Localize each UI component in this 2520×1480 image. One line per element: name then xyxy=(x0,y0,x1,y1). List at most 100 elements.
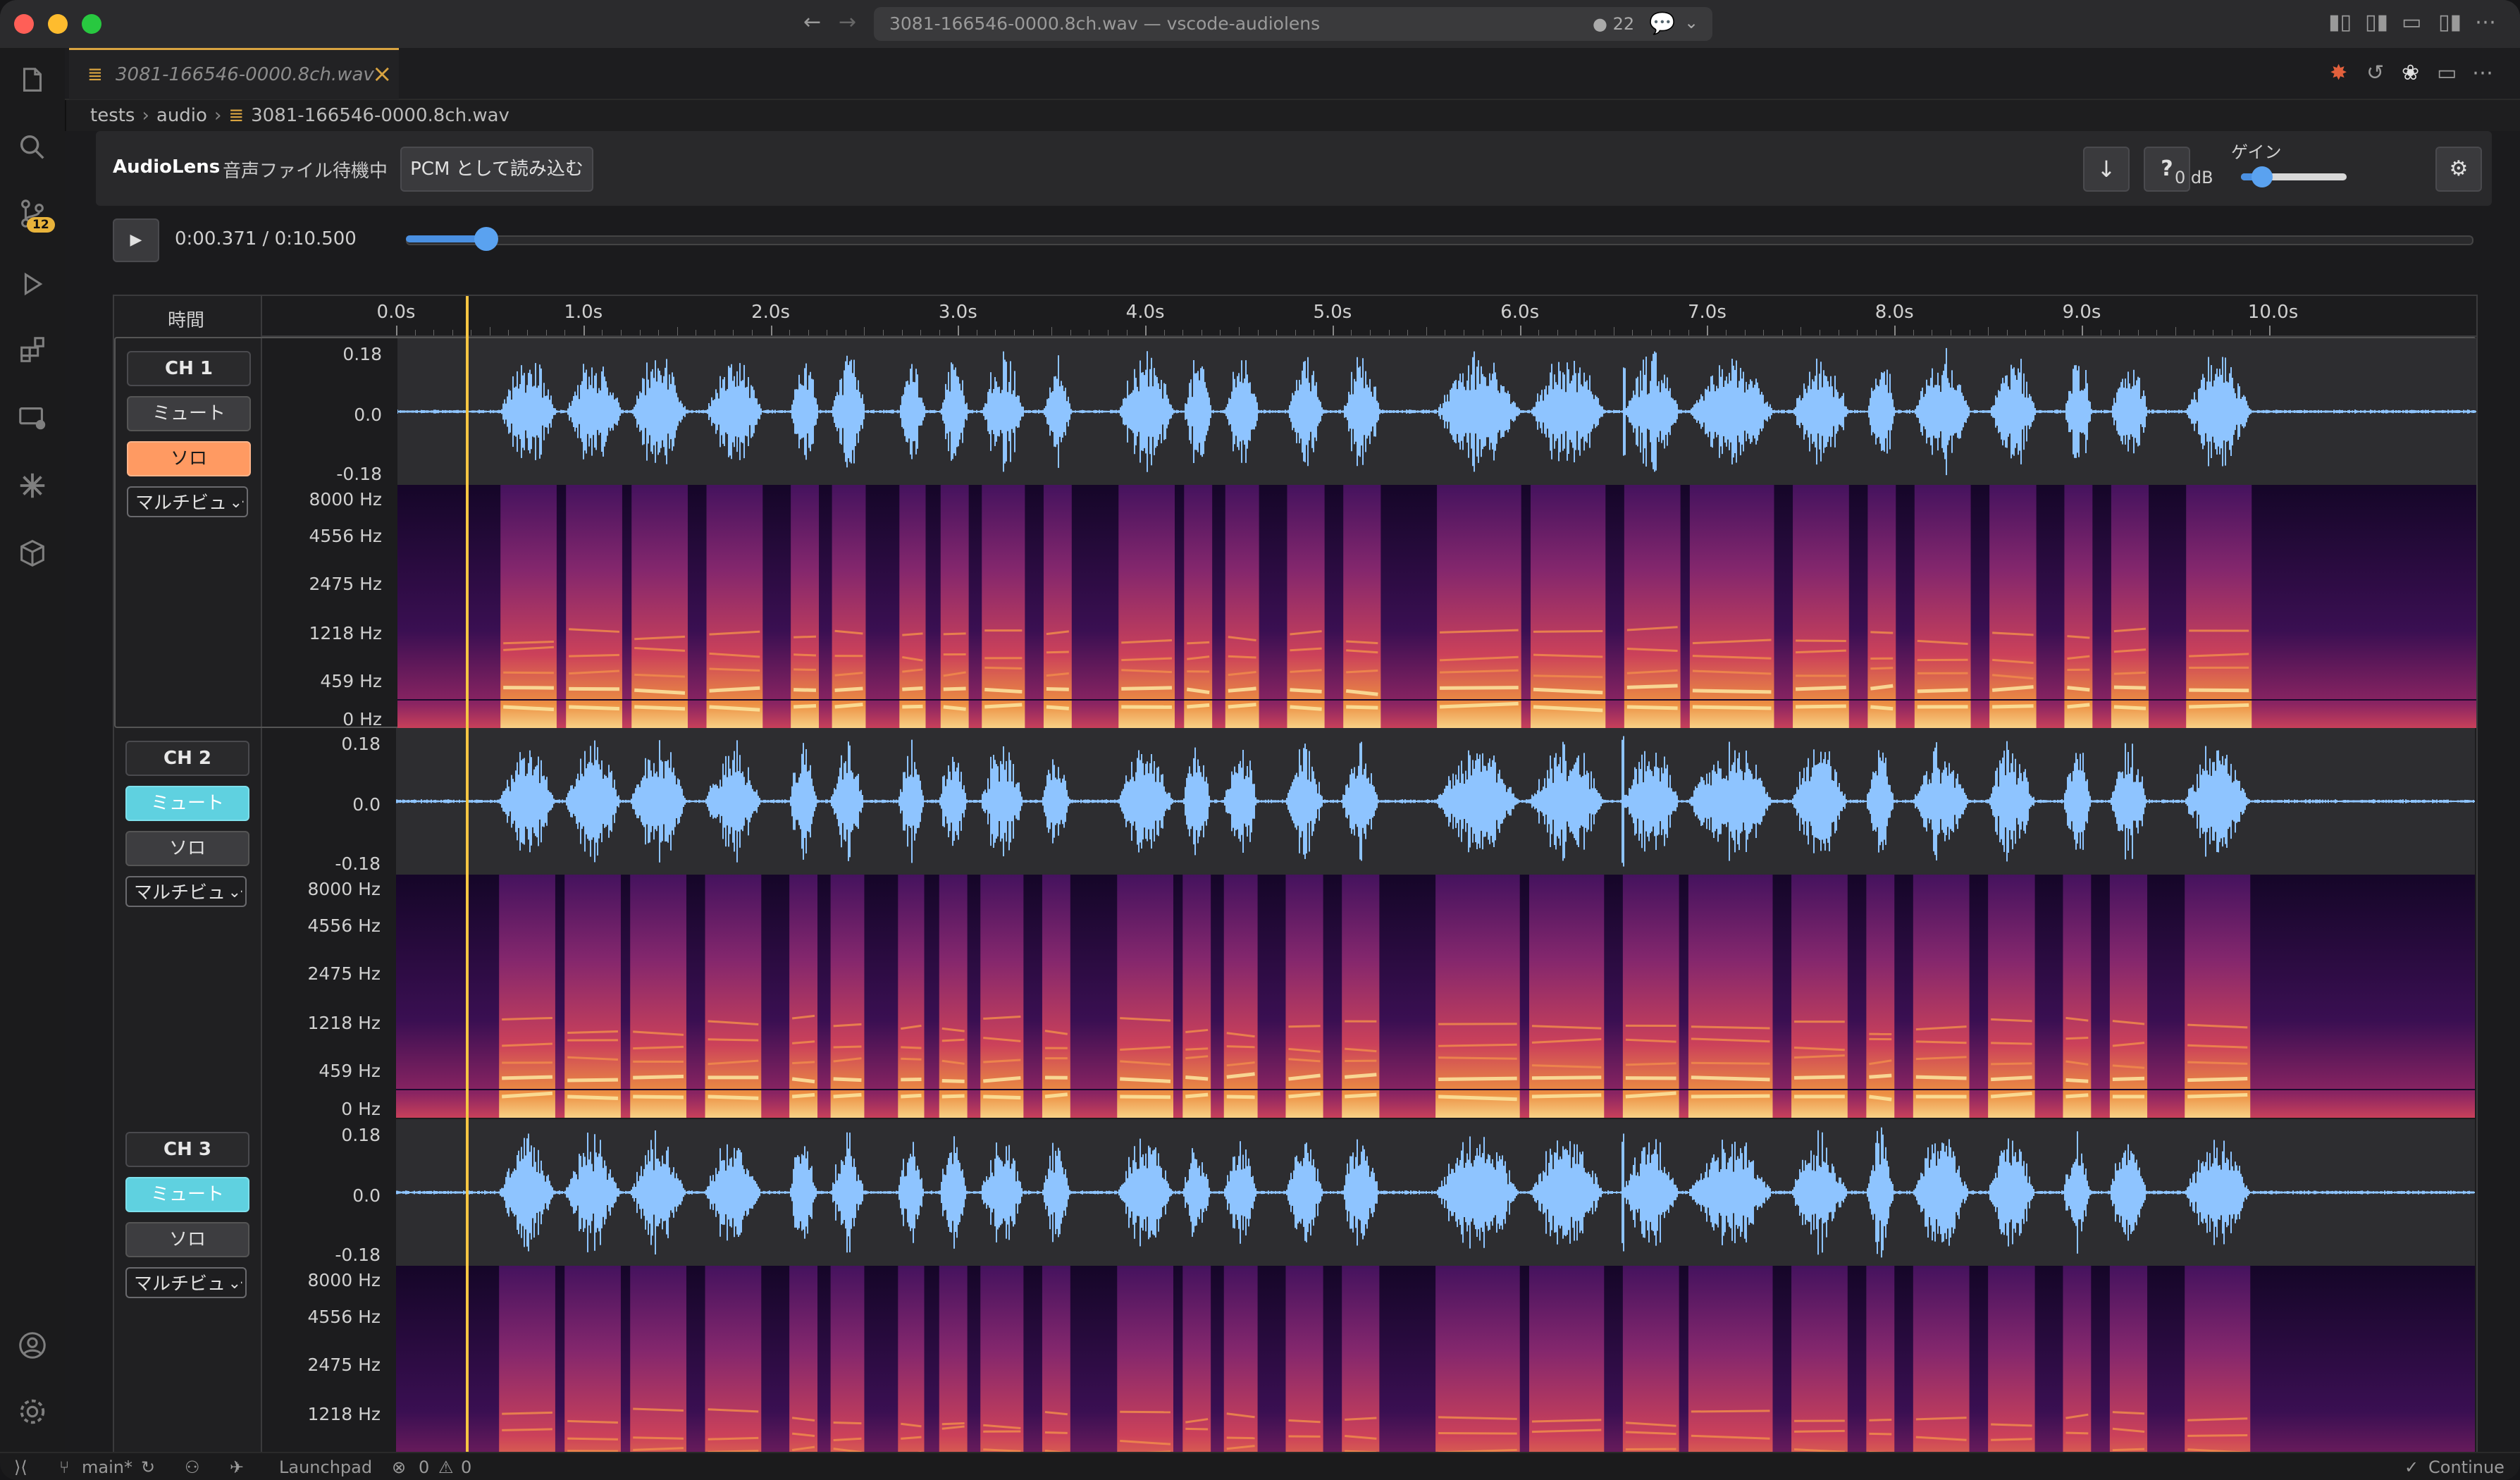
chevron-down-icon[interactable]: ⌄ xyxy=(1684,13,1698,32)
spectrogram-harmonic xyxy=(1440,686,1519,690)
explorer-icon[interactable] xyxy=(16,65,49,99)
error-count[interactable]: 0 xyxy=(419,1457,429,1477)
warning-count[interactable]: 0 xyxy=(461,1457,471,1477)
view-mode-select[interactable]: マルチビュー ⌄ xyxy=(127,486,248,517)
toggle-primary-sidebar-icon[interactable]: ▮▯ xyxy=(2328,10,2352,35)
spectrogram-harmonic xyxy=(1187,703,1210,709)
toggle-secondary-sidebar-icon[interactable]: ▯▮ xyxy=(2438,10,2462,35)
view-mode-select[interactable]: マルチビュー ⌄ xyxy=(125,876,247,907)
load-pcm-button[interactable]: PCM として読み込む xyxy=(400,147,593,192)
solo-button[interactable]: ソロ xyxy=(127,441,251,476)
editor-more-icon[interactable]: ⋯ xyxy=(2472,61,2493,85)
time-minor-tick xyxy=(639,330,641,335)
gain-slider-thumb[interactable] xyxy=(2252,166,2273,187)
time-minor-tick xyxy=(658,330,660,335)
search-icon[interactable] xyxy=(16,131,49,165)
extensions-icon[interactable] xyxy=(16,334,49,368)
split-editor-icon[interactable]: ▭ xyxy=(2437,61,2457,85)
breadcrumb-item-file[interactable]: 3081-166546-0000.8ch.wav xyxy=(251,105,509,126)
launchpad-label[interactable]: Launchpad xyxy=(279,1457,372,1477)
spectrogram-harmonic xyxy=(2067,703,2090,709)
spectrogram-harmonic xyxy=(1796,704,1846,709)
spectrogram-energy-band xyxy=(705,875,762,1118)
spectrogram-harmonic xyxy=(1531,1093,1602,1099)
back-arrow-icon[interactable]: ← xyxy=(803,10,821,35)
spectrogram-svg xyxy=(396,875,2475,1118)
close-window-button[interactable] xyxy=(14,14,34,34)
continue-label[interactable]: Continue xyxy=(2428,1457,2504,1477)
solo-button[interactable]: ソロ xyxy=(125,1222,249,1257)
frequency-tick-label: 2475 Hz xyxy=(307,963,381,984)
waveform-plot xyxy=(395,1119,2475,1266)
command-center[interactable]: 3081-166546-0000.8ch.wav — vscode-audiol… xyxy=(874,7,1712,41)
seek-slider[interactable] xyxy=(406,227,2473,251)
minimize-window-button[interactable] xyxy=(48,14,68,34)
remote-indicator-icon[interactable]: ⟩⟨ xyxy=(14,1457,27,1477)
run-debug-icon[interactable] xyxy=(16,268,49,302)
tab-wav-file[interactable]: ≣ 3081-166546-0000.8ch.wav × xyxy=(69,48,399,99)
close-tab-icon[interactable]: × xyxy=(372,60,393,88)
debug-icon[interactable]: ⚇ xyxy=(185,1457,200,1477)
spectrogram-harmonic xyxy=(1121,686,1173,691)
spectrogram-harmonic xyxy=(567,1437,618,1441)
error-icon: ⊗ xyxy=(392,1457,407,1477)
gain-value: 0 dB xyxy=(2175,168,2213,187)
time-tick-mark xyxy=(958,326,960,335)
spectrogram-energy-band xyxy=(1342,1266,1380,1453)
spectrogram-harmonic xyxy=(2112,1448,2145,1452)
spectrogram-harmonic xyxy=(502,1428,552,1431)
spectrogram-harmonic xyxy=(1795,685,1846,691)
spectrogram-harmonic xyxy=(1870,667,1894,670)
view-mode-select[interactable]: マルチビュー ⌄ xyxy=(125,1267,247,1298)
spectrogram-energy-band xyxy=(1624,485,1681,728)
time-tick-label: 3.0s xyxy=(938,302,977,323)
spectrogram-harmonic xyxy=(1185,1092,1209,1099)
spectrogram-harmonic xyxy=(2065,1037,2089,1040)
settings-button[interactable]: ⚙ xyxy=(2435,147,2482,192)
claude-code-icon[interactable]: ✸ xyxy=(2330,61,2347,85)
toggle-panel-icon[interactable]: ▭ xyxy=(2402,10,2421,35)
timeline-history-icon[interactable]: ↺ xyxy=(2366,61,2384,85)
remote-explorer-icon[interactable] xyxy=(16,402,49,436)
package-icon[interactable] xyxy=(16,537,49,571)
time-minor-tick xyxy=(1014,330,1015,335)
spectrogram-harmonic xyxy=(1346,705,1378,710)
channel-area: CH 1 ミュート ソロ マルチビュー ⌄ 0.18 0.0 -0.18 8000 Hz 4556… xyxy=(114,337,2476,1453)
spectrogram-harmonic xyxy=(1187,641,1210,645)
time-minor-tick xyxy=(1182,330,1184,335)
waveform-svg xyxy=(395,1127,2475,1258)
forward-arrow-icon[interactable]: → xyxy=(839,10,856,35)
time-minor-tick xyxy=(1276,330,1278,335)
breadcrumb-item-tests[interactable]: tests xyxy=(90,105,135,126)
git-branch[interactable]: main* xyxy=(82,1457,132,1477)
time-tick-label: 0.0s xyxy=(376,302,416,323)
spectrogram-energy-band xyxy=(899,485,926,728)
seek-slider-thumb[interactable] xyxy=(474,227,499,251)
time-minor-tick xyxy=(1988,327,1989,335)
openai-icon[interactable]: ❀ xyxy=(2402,61,2419,85)
download-button[interactable]: ↓ xyxy=(2083,147,2130,192)
chat-icon[interactable]: 💬 xyxy=(1649,11,1675,36)
breadcrumb-item-audio[interactable]: audio xyxy=(156,105,207,126)
account-icon[interactable] xyxy=(16,1329,49,1363)
spectrogram-energy-band xyxy=(1223,1266,1258,1453)
mute-button[interactable]: ミュート xyxy=(125,1177,249,1212)
sync-icon[interactable]: ↻ xyxy=(141,1457,155,1477)
time-minor-tick xyxy=(2025,330,2027,335)
maximize-window-button[interactable] xyxy=(82,14,101,34)
spectrogram-harmonic xyxy=(1870,631,1894,634)
solo-button[interactable]: ソロ xyxy=(125,831,249,866)
spectrogram-plot xyxy=(396,1266,2475,1453)
play-button[interactable]: ▶ xyxy=(113,218,159,262)
mute-button[interactable]: ミュート xyxy=(125,786,249,821)
spectrogram-harmonic xyxy=(1185,1075,1209,1081)
frequency-tick-label: 1218 Hz xyxy=(309,623,383,643)
manage-gear-icon[interactable] xyxy=(16,1395,49,1429)
claude-icon[interactable] xyxy=(16,469,49,503)
spectrogram-harmonic xyxy=(2065,1078,2089,1083)
layout-icon[interactable]: ▯▮ xyxy=(2365,10,2388,35)
time-minor-tick xyxy=(1538,330,1540,335)
more-icon[interactable]: ⋯ xyxy=(2475,10,2496,35)
gain-slider[interactable] xyxy=(2241,166,2347,187)
mute-button[interactable]: ミュート xyxy=(127,396,251,431)
